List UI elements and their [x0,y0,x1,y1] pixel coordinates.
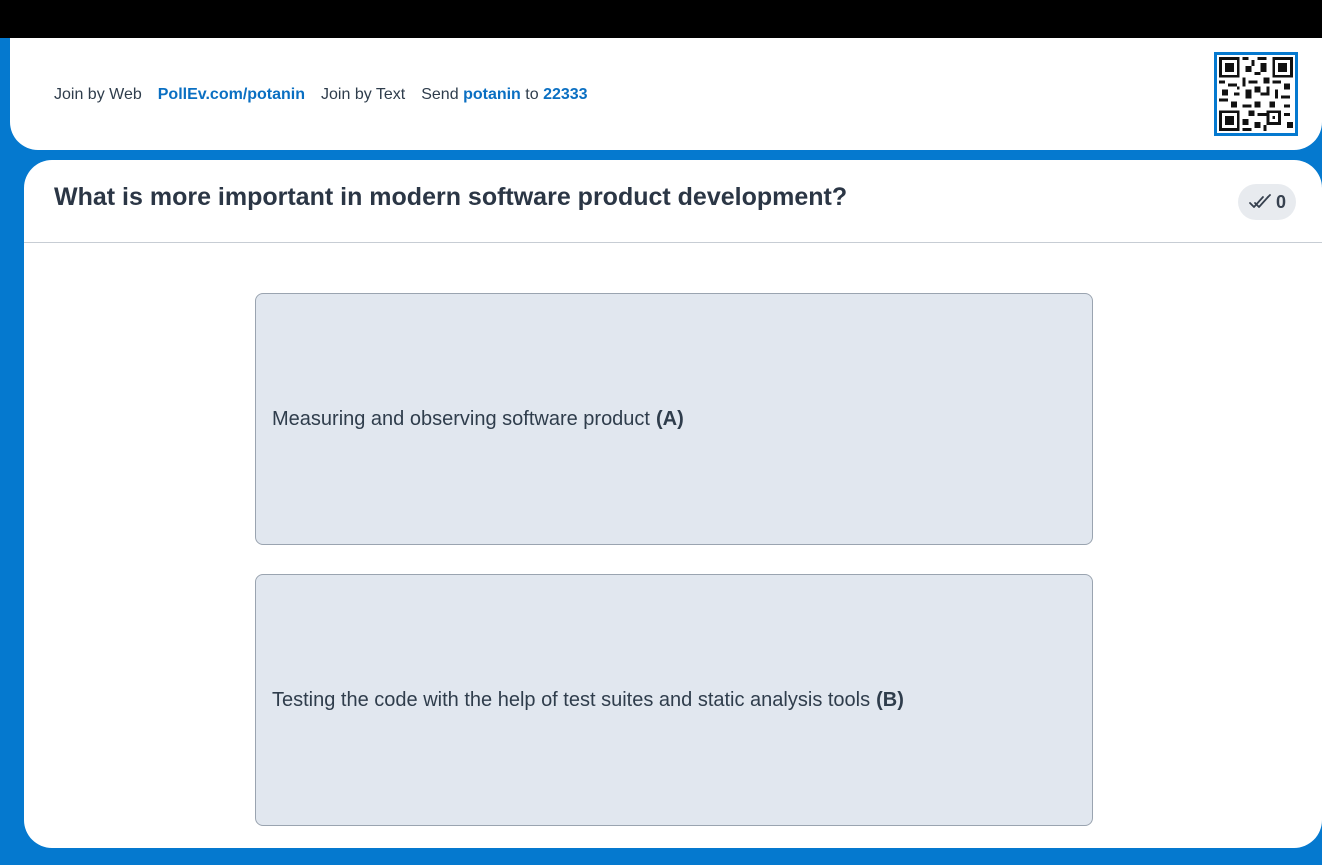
join-web-label: Join by Web [54,86,142,103]
qr-code-icon [1214,52,1298,136]
poll-option-a[interactable]: Measuring and observing software product… [255,293,1093,545]
join-keyword: potanin [463,86,521,103]
join-number: 22333 [543,86,588,103]
send-label: Send [421,86,459,103]
poll-card: What is more important in modern softwar… [24,160,1322,848]
option-text: Measuring and observing software product [272,407,650,430]
to-label: to [525,86,539,103]
join-instructions-bar: Join by Web PollEv.com/potanin Join by Tex… [10,38,1322,150]
join-web-link[interactable]: PollEv.com/potanin [158,86,305,103]
option-letter: (B) [876,688,904,711]
join-text-label: Join by Text [321,86,406,103]
top-black-bar [0,0,1322,38]
response-count: 0 [1275,191,1286,212]
response-count-badge: 0 [1237,184,1296,220]
poll-question: What is more important in modern softwar… [54,183,848,211]
left-blue-edge [0,38,10,865]
poll-option-b[interactable]: Testing the code with the help of test s… [255,574,1093,826]
option-text: Testing the code with the help of test s… [272,688,871,711]
responses-check-icon [1249,194,1271,208]
header-divider [24,242,1322,243]
option-letter: (A) [656,407,684,430]
join-instructions: Join by Web PollEv.com/potanin Join by Tex… [54,86,588,104]
